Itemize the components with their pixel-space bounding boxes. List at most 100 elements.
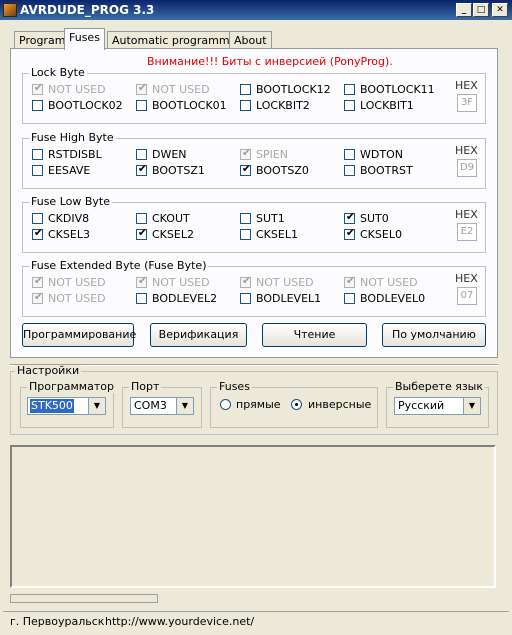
- radio-direct[interactable]: [220, 399, 231, 410]
- chevron-down-icon[interactable]: ▼: [88, 398, 105, 414]
- program-button[interactable]: Программирование: [22, 323, 136, 347]
- fuse-checkbox-label: BODLEVEL2: [152, 292, 218, 305]
- fuse-checkbox-label: BOOTSZ0: [256, 164, 309, 177]
- hex-label: HEX: [455, 208, 478, 221]
- programmer-value: STK500: [30, 399, 74, 413]
- chevron-down-icon[interactable]: ▼: [176, 398, 193, 414]
- checkmark-icon[interactable]: ✔: [240, 162, 251, 176]
- read-button[interactable]: Чтение: [262, 323, 367, 347]
- fuse-checkbox-label: CKSEL0: [360, 228, 402, 241]
- checkbox-box[interactable]: [32, 100, 43, 111]
- hex-label: HEX: [455, 144, 478, 157]
- fuse-checkbox-label: LOCKBIT2: [256, 99, 310, 112]
- checkbox-box[interactable]: [344, 165, 355, 176]
- programmer-select[interactable]: STK500 ▼: [27, 397, 106, 415]
- checkmark-icon: ✔: [240, 146, 252, 160]
- checkmark-icon[interactable]: ✔: [344, 226, 355, 240]
- fuse-checkbox-label: CKSEL2: [152, 228, 194, 241]
- checkbox-box[interactable]: [344, 149, 355, 160]
- checkbox-box[interactable]: [136, 213, 147, 224]
- progress-bar: [10, 594, 158, 603]
- fuse-checkbox-label: RSTDISBL: [48, 148, 102, 161]
- verify-button[interactable]: Верификация: [150, 323, 247, 347]
- hex-label: HEX: [455, 272, 478, 285]
- checkbox-box[interactable]: [32, 213, 43, 224]
- hex-value-field: D9: [457, 159, 477, 177]
- checkmark-icon: ✔: [32, 81, 44, 95]
- fuse-group-title: Fuse High Byte: [29, 131, 116, 144]
- language-value: Русский: [398, 399, 445, 412]
- fuse-checkbox-label: CKOUT: [152, 212, 190, 225]
- checkbox-box[interactable]: [344, 100, 355, 111]
- fuse-checkbox-label: SUT0: [360, 212, 389, 225]
- fuse-group-title: Fuse Extended Byte (Fuse Byte): [29, 259, 209, 272]
- close-button[interactable]: ✕: [492, 3, 508, 17]
- fuse-checkbox-label: CKSEL3: [48, 228, 90, 241]
- chevron-down-icon[interactable]: ▼: [463, 398, 480, 414]
- checkbox-box[interactable]: [136, 100, 147, 111]
- checkmark-icon: ✔: [32, 290, 44, 304]
- window-title: AVRDUDE_PROG 3.3: [20, 3, 155, 17]
- checkbox-box[interactable]: [240, 213, 251, 224]
- defaults-button[interactable]: По умолчанию: [382, 323, 486, 347]
- checkbox-box[interactable]: [344, 293, 355, 304]
- status-city: г. Первоуральск: [10, 615, 105, 628]
- checkbox-box[interactable]: [240, 84, 251, 95]
- fuse-checkbox-label: BOOTLOCK01: [152, 99, 227, 112]
- status-url[interactable]: http://www.yourdevice.net/: [105, 615, 254, 628]
- checkmark-icon[interactable]: ✔: [344, 210, 355, 224]
- fuse-checkbox-label: LOCKBIT1: [360, 99, 414, 112]
- programmer-label: Программатор: [27, 380, 116, 393]
- fuse-group-title: Fuse Low Byte: [29, 195, 112, 208]
- fuse-checkbox-label: SUT1: [256, 212, 285, 225]
- fuse-checkbox-label: NOT USED: [152, 83, 210, 96]
- fuse-group-title: Lock Byte: [29, 66, 87, 79]
- fuse-checkbox-label: DWEN: [152, 148, 187, 161]
- fuse-checkbox-label: NOT USED: [48, 292, 106, 305]
- checkbox-box[interactable]: [32, 165, 43, 176]
- checkbox-box[interactable]: [240, 100, 251, 111]
- fuse-checkbox-label: CKSEL1: [256, 228, 298, 241]
- language-select[interactable]: Русский ▼: [394, 397, 481, 415]
- language-label: Выберете язык: [393, 380, 485, 393]
- checkbox-box[interactable]: [32, 149, 43, 160]
- checkmark-icon[interactable]: ✔: [32, 226, 43, 240]
- fuse-checkbox-label: BOOTLOCK12: [256, 83, 331, 96]
- fuses-mode-label: Fuses: [217, 380, 252, 393]
- port-value: COM3: [134, 399, 167, 412]
- tab-fuses[interactable]: Fuses: [64, 28, 105, 50]
- checkbox-box[interactable]: [240, 293, 251, 304]
- status-bar: г. Первоуральск http://www.yourdevice.ne…: [3, 611, 509, 632]
- checkmark-icon[interactable]: ✔: [136, 226, 147, 240]
- checkmark-icon[interactable]: ✔: [136, 162, 147, 176]
- checkmark-icon: ✔: [240, 274, 252, 288]
- fuse-checkbox-label: EESAVE: [48, 164, 91, 177]
- fuse-group: Fuse High Byte: [22, 132, 486, 189]
- minimize-button[interactable]: _: [456, 3, 472, 17]
- radio-selected-dot: [295, 403, 298, 406]
- fuse-checkbox-label: BOOTLOCK11: [360, 83, 435, 96]
- fuse-checkbox-label: BOOTSZ1: [152, 164, 205, 177]
- checkbox-box[interactable]: [240, 229, 251, 240]
- fuse-group: Fuse Low Byte: [22, 196, 486, 253]
- divider: [10, 364, 498, 366]
- checkbox-box[interactable]: [136, 293, 147, 304]
- radio-direct-label: прямые: [236, 398, 281, 411]
- radio-inverse[interactable]: [291, 399, 302, 410]
- checkbox-box[interactable]: [136, 149, 147, 160]
- checkbox-box[interactable]: [344, 84, 355, 95]
- log-area[interactable]: [10, 445, 496, 588]
- fuse-checkbox-label: NOT USED: [152, 276, 210, 289]
- checkmark-icon: ✔: [136, 81, 148, 95]
- port-label: Порт: [129, 380, 162, 393]
- fuse-checkbox-label: CKDIV8: [48, 212, 90, 225]
- radio-inverse-label: инверсные: [308, 398, 372, 411]
- fuse-checkbox-label: NOT USED: [48, 276, 106, 289]
- settings-title: Настройки: [15, 364, 82, 377]
- inversion-warning: Внимание!!! Биты с инверсией (PonyProg).: [147, 55, 393, 68]
- port-select[interactable]: COM3 ▼: [130, 397, 194, 415]
- hex-value-field: E2: [457, 223, 477, 241]
- maximize-button[interactable]: □: [473, 3, 489, 17]
- fuse-checkbox-label: SPIEN: [256, 148, 289, 161]
- app-icon: [3, 3, 17, 17]
